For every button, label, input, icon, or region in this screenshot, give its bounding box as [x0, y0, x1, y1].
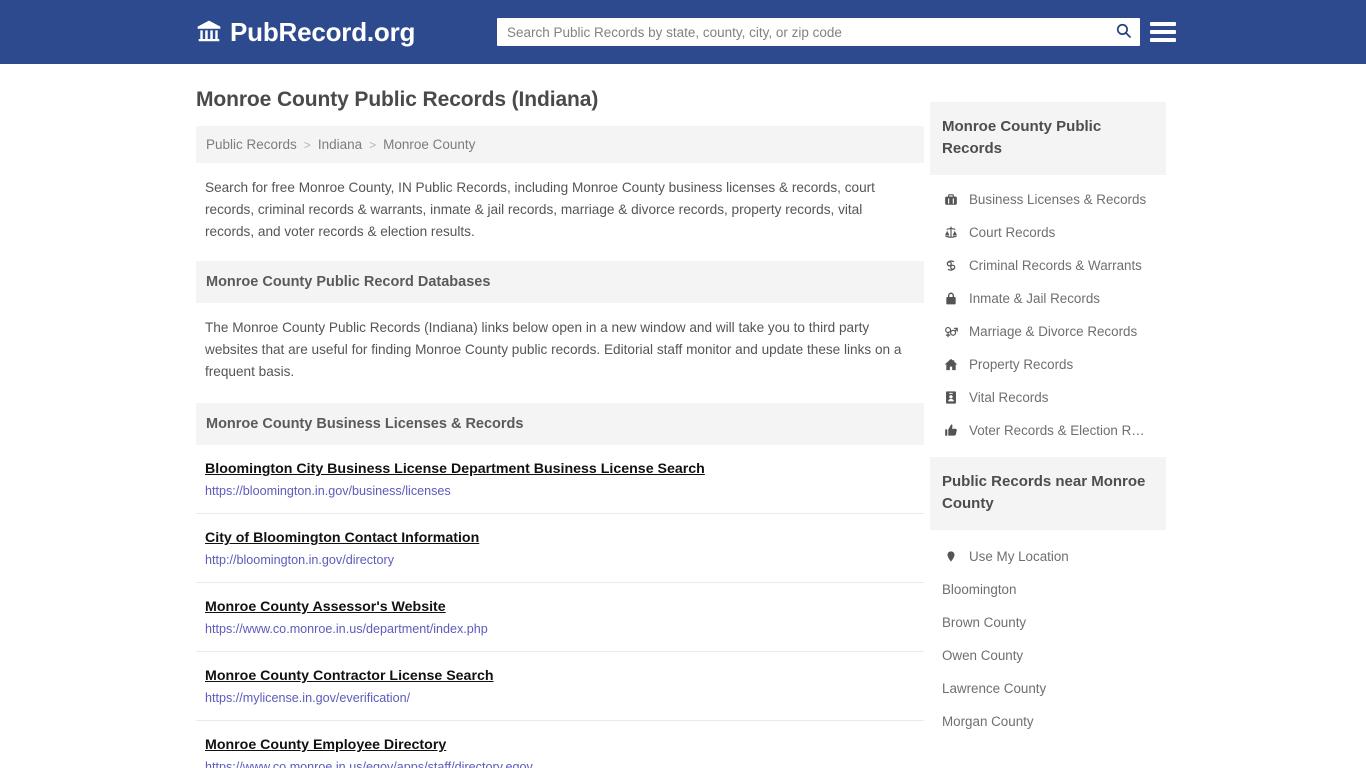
list-item: Monroe County Assessor's Website https:/…: [196, 583, 924, 652]
sidebar-item-morgan-county[interactable]: Morgan County: [930, 705, 1166, 738]
sidebar-records-heading: Monroe County Public Records: [930, 102, 1166, 175]
sidebar-item-bloomington[interactable]: Bloomington: [930, 573, 1166, 606]
result-link-url[interactable]: http://bloomington.in.gov/directory: [205, 553, 915, 567]
sidebar-item-label: Use My Location: [969, 549, 1069, 564]
sidebar-item-use-my-location[interactable]: Use My Location: [930, 540, 1166, 573]
section-header-databases: Monroe County Public Record Databases: [196, 261, 924, 303]
search-bar: [497, 18, 1140, 46]
search-input[interactable]: [497, 19, 1106, 45]
breadcrumb: Public Records > Indiana > Monroe County: [196, 126, 924, 163]
result-link-url[interactable]: https://www.co.monroe.in.us/egov/apps/st…: [205, 760, 915, 768]
result-link-url[interactable]: https://mylicense.in.gov/everification/: [205, 691, 915, 705]
sidebar-item-business-licenses[interactable]: Business Licenses & Records: [930, 183, 1166, 216]
sidebar-item-court-records[interactable]: Court Records: [930, 216, 1166, 249]
search-button[interactable]: [1106, 18, 1140, 46]
briefcase-icon: [942, 192, 959, 207]
sidebar-item-property-records[interactable]: Property Records: [930, 348, 1166, 381]
search-icon: [1115, 22, 1132, 42]
result-link-title[interactable]: Monroe County Assessor's Website: [205, 599, 446, 615]
databases-paragraph: The Monroe County Public Records (Indian…: [205, 320, 902, 379]
lock-icon: [942, 291, 959, 306]
sidebar-item-label: Business Licenses & Records: [969, 192, 1147, 207]
menu-bar-3: [1150, 38, 1176, 42]
breadcrumb-item-indiana[interactable]: Indiana: [318, 137, 362, 152]
sidebar-item-marriage-divorce-records[interactable]: Marriage & Divorce Records: [930, 315, 1166, 348]
sidebar: Monroe County Public Records Business Li…: [930, 64, 1166, 744]
sidebar-item-vital-records[interactable]: Vital Records: [930, 381, 1166, 414]
site-logo[interactable]: PubRecord.org: [196, 17, 415, 48]
main-content: Monroe County Public Records (Indiana) P…: [196, 64, 924, 768]
fingerprint-icon: [942, 258, 959, 273]
scales-balance-icon: [942, 225, 959, 240]
sidebar-item-brown-county[interactable]: Brown County: [930, 606, 1166, 639]
sidebar-nearby-list: Use My Location Bloomington Brown County…: [930, 530, 1166, 738]
sidebar-item-label: Vital Records: [969, 390, 1049, 405]
list-item: Monroe County Contractor License Search …: [196, 652, 924, 721]
sidebar-item-label: Inmate & Jail Records: [969, 291, 1100, 306]
bank-icon: [196, 19, 222, 45]
id-badge-icon: [942, 390, 959, 405]
hamburger-menu-icon[interactable]: [1150, 19, 1176, 45]
menu-bar-1: [1150, 22, 1176, 26]
sidebar-item-owen-county[interactable]: Owen County: [930, 639, 1166, 672]
sidebar-item-lawrence-county[interactable]: Lawrence County: [930, 672, 1166, 705]
sidebar-nearby-heading: Public Records near Monroe County: [930, 457, 1166, 530]
sidebar-item-label: Lawrence County: [942, 681, 1047, 696]
brand-name: PubRecord.org: [230, 16, 416, 47]
sidebar-records-list: Business Licenses & Records Court Record…: [930, 175, 1166, 451]
sidebar-item-criminal-records[interactable]: Criminal Records & Warrants: [930, 249, 1166, 282]
venus-mars-icon: [942, 324, 959, 339]
map-pin-icon: [942, 549, 959, 564]
sidebar-item-label: Criminal Records & Warrants: [969, 258, 1142, 273]
sidebar-item-label: Voter Records & Election R…: [969, 423, 1145, 438]
sidebar-item-label: Property Records: [969, 357, 1074, 372]
page-title: Monroe County Public Records (Indiana): [196, 88, 599, 111]
business-links-list: Bloomington City Business License Depart…: [196, 445, 924, 768]
sidebar-item-voter-records[interactable]: Voter Records & Election R…: [930, 414, 1166, 447]
result-link-url[interactable]: https://www.co.monroe.in.us/department/i…: [205, 622, 915, 636]
result-link-title[interactable]: Bloomington City Business License Depart…: [205, 461, 705, 477]
result-link-title[interactable]: Monroe County Employee Directory: [205, 737, 446, 753]
intro-paragraph: Search for free Monroe County, IN Public…: [205, 180, 875, 239]
menu-bar-2: [1150, 30, 1176, 34]
list-item: Monroe County Employee Directory https:/…: [196, 721, 924, 768]
sidebar-item-inmate-jail-records[interactable]: Inmate & Jail Records: [930, 282, 1166, 315]
thumbs-up-icon: [942, 423, 959, 438]
sidebar-item-label: Morgan County: [942, 714, 1034, 729]
list-item: City of Bloomington Contact Information …: [196, 514, 924, 583]
sidebar-item-label: Bloomington: [942, 582, 1017, 597]
page-body: Monroe County Public Records (Indiana) P…: [0, 64, 1366, 768]
home-icon: [942, 357, 959, 372]
list-item: Bloomington City Business License Depart…: [196, 445, 924, 514]
sidebar-item-label: Marriage & Divorce Records: [969, 324, 1138, 339]
breadcrumb-item-public-records[interactable]: Public Records: [206, 137, 297, 152]
result-link-url[interactable]: https://bloomington.in.gov/business/lice…: [205, 484, 915, 498]
site-header: PubRecord.org: [0, 0, 1366, 64]
section-header-business-licenses: Monroe County Business Licenses & Record…: [196, 403, 924, 445]
result-link-title[interactable]: Monroe County Contractor License Search: [205, 668, 494, 684]
result-link-title[interactable]: City of Bloomington Contact Information: [205, 530, 479, 546]
breadcrumb-item-monroe-county: Monroe County: [383, 137, 476, 152]
breadcrumb-separator: >: [303, 137, 311, 152]
sidebar-nearby-box: Public Records near Monroe County Use My…: [930, 457, 1166, 738]
sidebar-item-label: Owen County: [942, 648, 1024, 663]
breadcrumb-separator: >: [369, 137, 377, 152]
sidebar-item-label: Brown County: [942, 615, 1027, 630]
sidebar-item-label: Court Records: [969, 225, 1056, 240]
sidebar-records-box: Monroe County Public Records Business Li…: [930, 102, 1166, 451]
